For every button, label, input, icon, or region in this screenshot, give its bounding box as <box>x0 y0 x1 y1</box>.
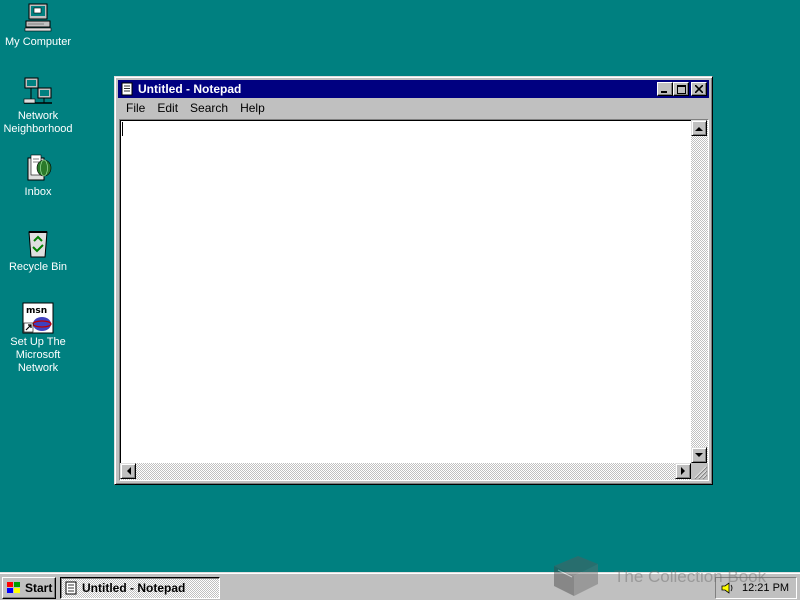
menu-help[interactable]: Help <box>234 101 271 115</box>
desktop-icon-network-neighborhood[interactable]: Network Neighborhood <box>0 76 76 136</box>
desktop-icon-label: Set Up The Microsoft Network <box>10 336 66 374</box>
menu-edit[interactable]: Edit <box>151 101 184 115</box>
svg-text:msn: msn <box>26 306 47 316</box>
minimize-icon <box>661 91 667 93</box>
maximize-button[interactable] <box>673 82 689 96</box>
scroll-left-button[interactable] <box>120 463 136 479</box>
notepad-icon <box>65 581 77 595</box>
desktop-icon-inbox[interactable]: Inbox <box>0 152 76 199</box>
windows-logo-icon <box>7 582 20 593</box>
scroll-up-button[interactable] <box>691 120 707 136</box>
inbox-icon <box>27 154 52 181</box>
menu-search[interactable]: Search <box>184 101 234 115</box>
notepad-icon <box>121 82 133 96</box>
menu-bar: File Edit Search Help <box>118 98 709 118</box>
resize-grip-icon <box>694 466 708 480</box>
desktop-icon-recycle-bin[interactable]: Recycle Bin <box>0 227 76 274</box>
start-button[interactable]: Start <box>2 577 56 599</box>
desktop-icon-label: Inbox <box>24 186 52 198</box>
arrow-right-icon <box>680 467 685 475</box>
arrow-down-icon <box>695 452 703 457</box>
arrow-up-icon <box>695 126 703 131</box>
watermark: The Collection Book <box>548 550 798 600</box>
text-editor[interactable] <box>122 122 690 462</box>
resize-grip[interactable] <box>691 463 708 480</box>
close-icon <box>695 85 703 93</box>
notepad-window[interactable]: Untitled - Notepad File Edit Search Help <box>114 76 713 485</box>
close-button[interactable] <box>691 82 707 96</box>
taskbar-button-label: Untitled - Notepad <box>82 581 186 595</box>
desktop-icon-label: Network Neighborhood <box>3 110 73 135</box>
start-label: Start <box>25 581 53 595</box>
menu-file[interactable]: File <box>120 101 151 115</box>
taskbar-button-notepad[interactable]: Untitled - Notepad <box>60 577 220 599</box>
scroll-right-button[interactable] <box>675 463 691 479</box>
desktop-icon-label: Recycle Bin <box>8 261 68 273</box>
window-title: Untitled - Notepad <box>138 82 242 96</box>
book-icon <box>554 556 598 596</box>
maximize-icon <box>676 84 686 94</box>
desktop-icon-msn-setup[interactable]: msn Set Up The Microsoft Network <box>0 302 76 375</box>
recycle-bin-icon <box>28 231 48 258</box>
scroll-down-button[interactable] <box>691 447 707 463</box>
horizontal-scrollbar[interactable] <box>120 463 691 480</box>
my-computer-icon <box>24 3 52 32</box>
desktop-icon-my-computer[interactable]: My Computer <box>0 2 76 49</box>
vertical-scrollbar[interactable] <box>691 120 708 463</box>
window-titlebar[interactable]: Untitled - Notepad <box>118 80 709 98</box>
arrow-left-icon <box>126 467 131 475</box>
text-caret <box>122 122 123 136</box>
minimize-button[interactable] <box>657 82 673 96</box>
msn-setup-icon: msn <box>22 302 54 334</box>
notepad-client-area <box>119 119 709 481</box>
watermark-text: The Collection Book <box>614 567 767 586</box>
network-neighborhood-icon <box>23 77 52 104</box>
desktop-icon-label: My Computer <box>4 36 72 48</box>
